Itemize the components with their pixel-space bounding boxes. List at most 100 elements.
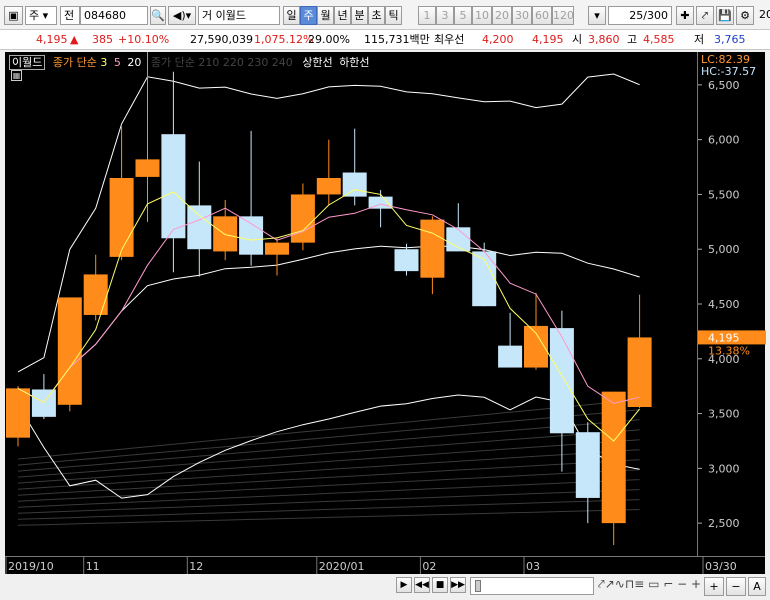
period-button[interactable]: 일 bbox=[283, 6, 300, 25]
y-tick-label: 6,000 bbox=[708, 134, 740, 147]
long-ma-line bbox=[17, 509, 640, 526]
zoom-out-icon[interactable]: − bbox=[726, 577, 746, 596]
zoom-slider-handle[interactable] bbox=[475, 580, 481, 592]
interval-dropdown-icon[interactable]: ▾ bbox=[588, 6, 606, 25]
candlestick-chart[interactable] bbox=[5, 52, 697, 556]
interval-button[interactable]: 3 bbox=[436, 6, 454, 25]
legend-ma-5[interactable]: 5 bbox=[114, 56, 121, 69]
sound-icon[interactable]: ◀)▾ bbox=[168, 6, 196, 25]
turnover: 29.00% bbox=[308, 33, 350, 46]
long-ma-line bbox=[17, 409, 640, 466]
rewind-icon[interactable]: ◀◀ bbox=[414, 577, 430, 593]
candle-body bbox=[6, 388, 30, 438]
long-ma-line bbox=[17, 399, 640, 460]
chart-area[interactable]: 이월드 종가 단순 3 5 20 종가 단순 210 220 230 240 상… bbox=[5, 52, 697, 556]
candle-body bbox=[575, 432, 600, 498]
forward-icon[interactable]: ▶▶ bbox=[450, 577, 466, 593]
y-tick-label: 3,500 bbox=[708, 408, 740, 421]
change-percent: +10.10% bbox=[118, 33, 170, 46]
period-button[interactable]: 월 bbox=[317, 6, 334, 25]
legend-ma-long[interactable]: 종가 단순 210 220 230 240 bbox=[151, 56, 293, 69]
all-button[interactable]: 전 bbox=[60, 6, 80, 25]
bottom-controls: ▶ ◀◀ ■ ▶▶ ⤤↗∿⊓≡ ▭ ⌐ − + + − A bbox=[0, 574, 770, 600]
interval-button[interactable]: 60 bbox=[532, 6, 552, 25]
open-price: 3,860 bbox=[588, 33, 620, 46]
current-pct-label: 13.38% bbox=[708, 344, 750, 357]
interval-button[interactable]: 1 bbox=[418, 6, 436, 25]
scroll-buttons: ▶ ◀◀ ■ ▶▶ bbox=[396, 577, 466, 595]
drawing-tools[interactable]: ⤤↗∿⊓≡ ▭ ⌐ − + bbox=[598, 577, 701, 592]
x-tick-label: 2020/01 bbox=[319, 560, 365, 573]
x-tick-label: 12 bbox=[189, 560, 203, 573]
interval-button[interactable]: 120 bbox=[552, 6, 574, 25]
scroll-left-icon[interactable]: ▶ bbox=[396, 577, 412, 593]
period-button[interactable]: 년 bbox=[334, 6, 351, 25]
best-ask: 4,200 bbox=[482, 33, 514, 46]
period-button[interactable]: 초 bbox=[368, 6, 385, 25]
stock-name-field[interactable]: 거 이월드 bbox=[198, 6, 280, 25]
interval-button[interactable]: 20 bbox=[492, 6, 512, 25]
grid-icon[interactable]: ▦ bbox=[11, 70, 22, 81]
candle-body bbox=[187, 205, 212, 250]
period-button[interactable]: 틱 bbox=[385, 6, 402, 25]
period-button[interactable]: 분 bbox=[351, 6, 368, 25]
search-icon[interactable]: 🔍 bbox=[150, 6, 166, 25]
count-field[interactable]: 25/300 bbox=[608, 6, 672, 25]
legend-upper-band[interactable]: 상한선 bbox=[302, 56, 332, 69]
legend-ma-20[interactable]: 20 bbox=[127, 56, 141, 69]
high-label: 고 bbox=[627, 33, 638, 46]
candle-body bbox=[213, 216, 238, 252]
toolbar: ▣ 주 ▾ 전 084680 🔍 ◀)▾ 거 이월드 일주월년분초틱 1 3 5 10… bbox=[0, 0, 770, 30]
y-tick-label: 3,000 bbox=[708, 462, 740, 475]
zoom-in-icon[interactable]: + bbox=[704, 577, 724, 596]
y-tick-label: 2,500 bbox=[708, 517, 740, 530]
x-tick-label: 11 bbox=[86, 560, 100, 573]
period-button[interactable]: 주 bbox=[300, 6, 317, 25]
candle-body bbox=[161, 134, 186, 239]
stop-icon[interactable]: ■ bbox=[432, 577, 448, 593]
candle-body bbox=[316, 178, 341, 195]
market-select[interactable]: 주 ▾ bbox=[25, 6, 57, 25]
best-bid: 4,195 bbox=[532, 33, 564, 46]
x-axis: 2019/10 11 12 2020/01 02 03 03/30 bbox=[5, 556, 765, 575]
y-tick-label: 6,500 bbox=[708, 79, 740, 92]
candle-body bbox=[135, 159, 160, 177]
legend-ma-3[interactable]: 3 bbox=[100, 56, 107, 69]
trade-amount: 115,731백만 bbox=[364, 33, 430, 46]
gear-icon[interactable]: ⚙ bbox=[736, 6, 754, 25]
candle-body bbox=[420, 219, 445, 278]
stock-code-input[interactable]: 084680 bbox=[80, 6, 148, 25]
interval-button[interactable]: 5 bbox=[454, 6, 472, 25]
open-label: 시 bbox=[572, 33, 583, 46]
text-tool-icon[interactable]: A bbox=[748, 577, 766, 596]
candle-body bbox=[239, 216, 264, 255]
up-arrow-icon: ▲ bbox=[70, 33, 79, 46]
trend-icon[interactable]: ⤤ bbox=[696, 6, 714, 25]
interval-button[interactable]: 10 bbox=[472, 6, 492, 25]
change-value: 385 bbox=[92, 33, 113, 46]
candle-body bbox=[498, 345, 523, 368]
candle-body bbox=[601, 391, 626, 524]
candle-body bbox=[57, 297, 82, 405]
candle-body bbox=[342, 172, 367, 197]
y-axis: 2,500 3,000 3,500 4,000 4,500 5,000 5,500 6,000… bbox=[697, 52, 766, 556]
right-number: 20 bbox=[759, 8, 770, 21]
candle-body bbox=[290, 194, 315, 243]
save-icon[interactable]: 💾 bbox=[716, 6, 734, 25]
volume: 27,590,039 bbox=[190, 33, 253, 46]
high-price: 4,585 bbox=[643, 33, 675, 46]
candle-body bbox=[549, 328, 574, 434]
legend-lower-band[interactable]: 하한선 bbox=[339, 56, 369, 69]
legend-ma-label[interactable]: 종가 단순 bbox=[53, 56, 97, 69]
interval-button[interactable]: 30 bbox=[512, 6, 532, 25]
long-ma-line bbox=[17, 459, 640, 496]
candle-body bbox=[627, 337, 652, 407]
legend-stock-name[interactable]: 이월드 bbox=[9, 55, 46, 70]
zoom-slider[interactable] bbox=[470, 577, 594, 595]
long-ma-line bbox=[17, 429, 640, 478]
x-tick-label: 03/30 bbox=[705, 560, 737, 573]
low-label: 저 bbox=[694, 33, 705, 46]
chart-legend: 이월드 종가 단순 3 5 20 종가 단순 210 220 230 240 상… bbox=[9, 54, 370, 70]
crosshair-icon[interactable]: ✚ bbox=[676, 6, 694, 25]
window-menu-icon[interactable]: ▣ bbox=[4, 6, 23, 25]
